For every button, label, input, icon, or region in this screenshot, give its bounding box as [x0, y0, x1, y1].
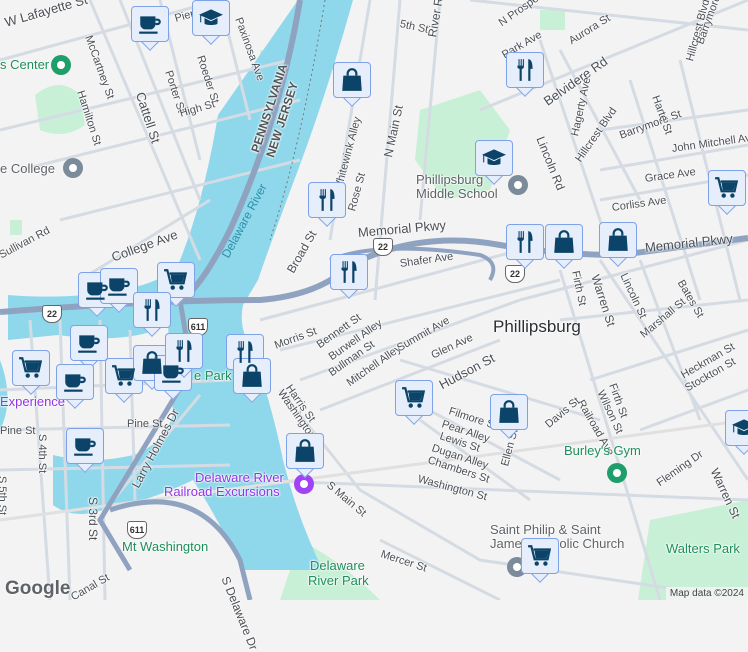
coffee-icon — [76, 330, 102, 356]
place-label[interactable]: Saint Philip & Saint — [490, 522, 601, 537]
restaurant-marker[interactable] — [308, 182, 346, 227]
school-pin-icon[interactable] — [63, 158, 83, 178]
grocery-marker[interactable] — [12, 350, 50, 395]
restaurant-marker[interactable] — [133, 292, 171, 337]
place-label[interactable]: s Center — [0, 57, 49, 72]
place-label[interactable]: Delaware River — [195, 470, 284, 485]
place-label[interactable]: e College — [0, 161, 55, 176]
shopping-marker[interactable] — [333, 62, 371, 107]
marker-box — [330, 254, 368, 290]
marker-box — [66, 428, 104, 464]
school-icon — [731, 415, 748, 441]
grocery-marker[interactable] — [708, 170, 746, 215]
grocery-icon — [527, 543, 553, 569]
marker-box — [545, 224, 583, 260]
coffee-marker[interactable] — [131, 6, 169, 51]
coffee-icon — [137, 11, 163, 37]
marker-box — [131, 6, 169, 42]
marker-box — [70, 325, 108, 361]
shopping-marker[interactable] — [599, 222, 637, 267]
grocery-icon — [714, 175, 740, 201]
marker-box — [165, 333, 203, 369]
place-label[interactable]: Burley's Gym — [564, 443, 641, 458]
restaurant-marker[interactable] — [330, 254, 368, 299]
city-label[interactable]: Phillipsburg — [493, 317, 581, 337]
coffee-icon — [106, 273, 132, 299]
place-label[interactable]: Mt Washington — [122, 539, 208, 554]
marker-box — [599, 222, 637, 258]
school-icon — [481, 145, 507, 171]
marker-box — [308, 182, 346, 218]
shopping-icon — [496, 399, 522, 425]
marker-box — [506, 52, 544, 88]
place-label[interactable]: Walters Park — [666, 541, 740, 556]
restaurant-marker[interactable] — [506, 52, 544, 97]
marker-box — [708, 170, 746, 206]
place-label[interactable]: Phillipsburg — [416, 172, 483, 187]
place-pin-icon[interactable] — [607, 463, 627, 483]
grocery-icon — [401, 385, 427, 411]
place-label[interactable]: River Park — [308, 573, 369, 588]
marker-box — [333, 62, 371, 98]
route-22-shield: 22 — [373, 238, 393, 256]
shopping-icon — [551, 229, 577, 255]
shopping-marker[interactable] — [233, 358, 271, 403]
grocery-marker[interactable] — [521, 538, 559, 583]
marker-box — [490, 394, 528, 430]
grocery-icon — [18, 355, 44, 381]
marker-box — [286, 433, 324, 469]
restaurant-icon — [171, 338, 197, 364]
restaurant-icon — [139, 297, 165, 323]
grocery-icon — [163, 267, 189, 293]
marker-box — [475, 140, 513, 176]
school-icon — [198, 5, 224, 31]
coffee-marker[interactable] — [66, 428, 104, 473]
shopping-icon — [292, 438, 318, 464]
marker-box — [506, 224, 544, 260]
route-611-shield: 611 — [127, 521, 147, 539]
street-label: S 5th St — [0, 476, 8, 516]
shopping-icon — [239, 363, 265, 389]
marker-box — [395, 380, 433, 416]
street-label: S 3rd St — [86, 497, 100, 541]
restaurant-icon — [232, 339, 258, 365]
shopping-icon — [339, 67, 365, 93]
google-logo: Google — [5, 578, 71, 599]
place-pin-icon[interactable] — [51, 55, 71, 75]
coffee-icon — [72, 433, 98, 459]
marker-box — [233, 358, 271, 394]
marker-box — [12, 350, 50, 386]
school-marker[interactable] — [725, 410, 748, 455]
coffee-marker[interactable] — [56, 364, 94, 409]
marker-box — [192, 0, 230, 36]
coffee-icon — [62, 369, 88, 395]
place-label[interactable]: Delaware — [310, 558, 365, 573]
marker-box — [56, 364, 94, 400]
shopping-marker[interactable] — [490, 394, 528, 439]
coffee-marker[interactable] — [70, 325, 108, 370]
place-label[interactable]: Railroad Excursions — [164, 484, 280, 499]
restaurant-icon — [512, 229, 538, 255]
place-label[interactable]: Middle School — [416, 186, 498, 201]
school-marker[interactable] — [475, 140, 513, 185]
shopping-icon — [605, 227, 631, 253]
restaurant-icon — [314, 187, 340, 213]
restaurant-icon — [336, 259, 362, 285]
grocery-marker[interactable] — [395, 380, 433, 425]
restaurant-icon — [512, 57, 538, 83]
street-label: S 4th St — [36, 434, 48, 474]
route-22-shield: 22 — [42, 305, 62, 323]
marker-box — [133, 292, 171, 328]
marker-box — [725, 410, 748, 446]
grocery-icon — [111, 363, 137, 389]
shopping-marker[interactable] — [545, 224, 583, 269]
shopping-marker[interactable] — [286, 433, 324, 478]
map-attribution[interactable]: Map data ©2024 — [665, 587, 748, 600]
marker-box — [157, 262, 195, 298]
restaurant-marker[interactable] — [506, 224, 544, 269]
school-marker[interactable] — [192, 0, 230, 45]
marker-box — [521, 538, 559, 574]
street-label: Pine St — [0, 425, 36, 437]
